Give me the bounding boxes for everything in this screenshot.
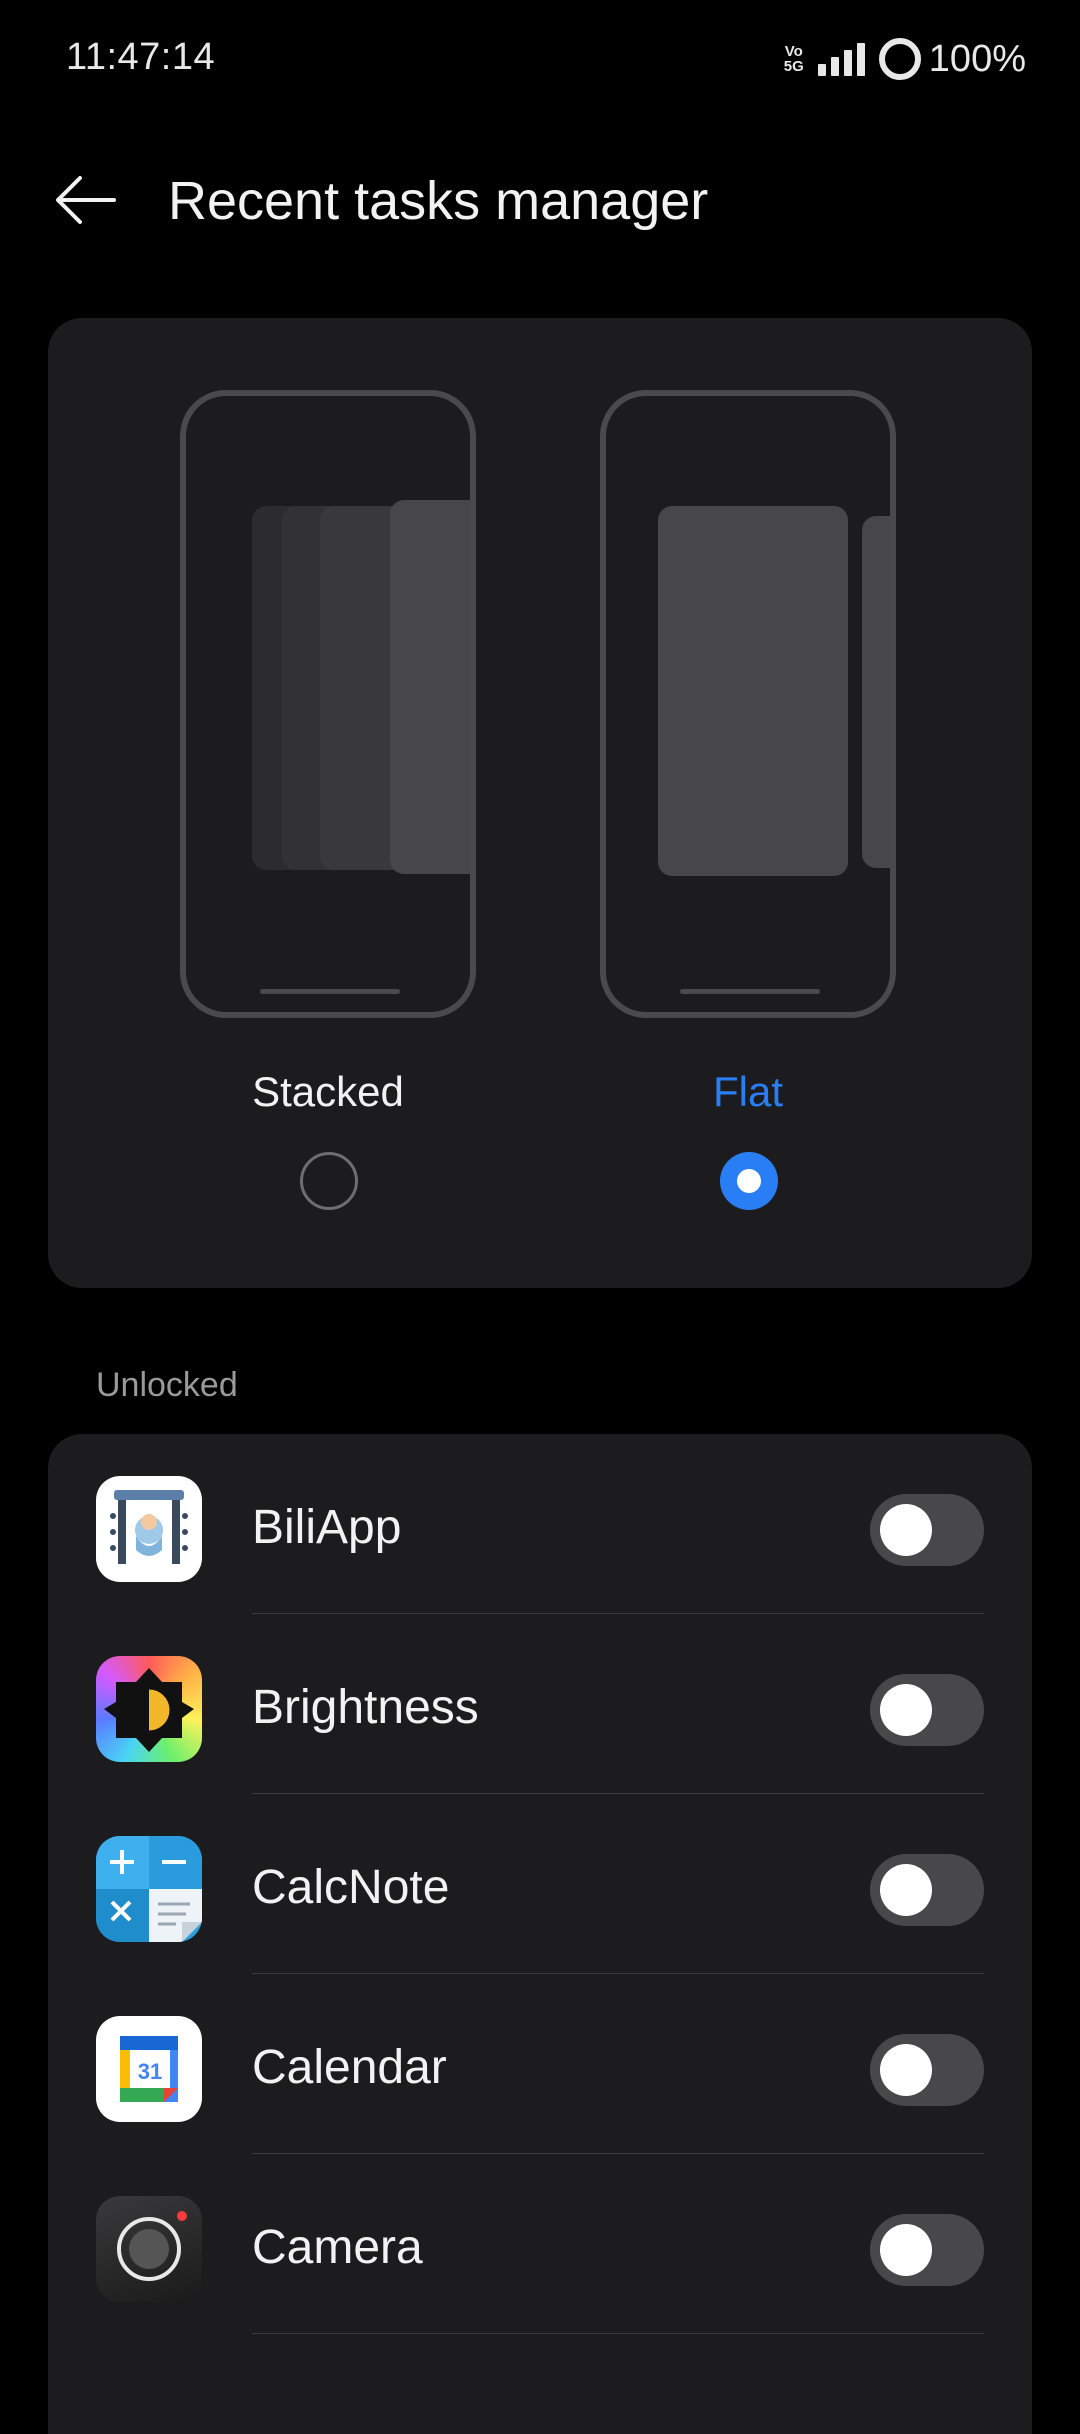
- app-name: CalcNote: [252, 1861, 450, 1914]
- flat-card-next: [862, 516, 890, 868]
- brightness-icon: [96, 1656, 202, 1762]
- calcnote-icon: [96, 1836, 202, 1942]
- app-name: Brightness: [252, 1681, 479, 1734]
- app-list: BiliApp Brightness CalcNote 31 Calendar …: [48, 1434, 1032, 2434]
- status-icons: Vo 5G 100%: [784, 34, 1026, 84]
- network-top-label: Vo: [784, 43, 803, 60]
- biliapp-icon: [96, 1476, 202, 1582]
- flat-preview[interactable]: [600, 390, 896, 1018]
- list-item: CalcNote: [48, 1794, 1032, 1974]
- flat-radio[interactable]: [720, 1152, 778, 1210]
- flat-card-main: [658, 506, 848, 876]
- network-bottom-label: 5G: [783, 58, 804, 75]
- biliapp-lock-toggle[interactable]: [870, 1494, 984, 1566]
- calendar-icon: 31: [96, 2016, 202, 2122]
- home-bar: [260, 989, 400, 994]
- page-title: Recent tasks manager: [168, 171, 709, 231]
- toggle-knob: [880, 1684, 932, 1736]
- stacked-label: Stacked: [252, 1068, 404, 1115]
- flat-label: Flat: [712, 1068, 783, 1115]
- camera-lock-toggle[interactable]: [870, 2214, 984, 2286]
- header: Recent tasks manager: [0, 150, 1080, 250]
- stacked-card-front: [390, 500, 470, 874]
- toggle-knob: [880, 2224, 932, 2276]
- layout-style-card: Stacked Flat: [48, 318, 1032, 1288]
- divider: [252, 2333, 984, 2334]
- camera-icon: [96, 2196, 202, 2302]
- list-item: BiliApp: [48, 1434, 1032, 1614]
- list-item: Brightness: [48, 1614, 1032, 1794]
- signal-icon: [817, 42, 865, 76]
- toggle-knob: [880, 2044, 932, 2096]
- back-button[interactable]: [44, 168, 124, 232]
- status-time: 11:47:14: [66, 36, 216, 78]
- calcnote-lock-toggle[interactable]: [870, 1854, 984, 1926]
- app-name: BiliApp: [252, 1501, 402, 1554]
- brightness-lock-toggle[interactable]: [870, 1674, 984, 1746]
- toggle-knob: [880, 1504, 932, 1556]
- status-bar: 11:47:14 Vo 5G 100%: [0, 0, 1080, 120]
- home-bar: [680, 989, 820, 994]
- section-label-unlocked: Unlocked: [96, 1366, 238, 1404]
- stacked-preview[interactable]: [180, 390, 476, 1018]
- app-name: Camera: [252, 2221, 423, 2274]
- list-item: 31 Calendar: [48, 1974, 1032, 2154]
- arrow-left-icon: [56, 176, 116, 224]
- volte-icon: Vo 5G: [784, 44, 804, 74]
- calendar-lock-toggle[interactable]: [870, 2034, 984, 2106]
- stacked-radio[interactable]: [300, 1152, 358, 1210]
- app-name: Calendar: [252, 2041, 447, 2094]
- toggle-knob: [880, 1864, 932, 1916]
- battery-level: 100%: [928, 37, 1026, 80]
- calendar-icon-date: 31: [138, 2059, 162, 2084]
- list-item: Camera: [48, 2154, 1032, 2334]
- battery-icon: [878, 38, 921, 80]
